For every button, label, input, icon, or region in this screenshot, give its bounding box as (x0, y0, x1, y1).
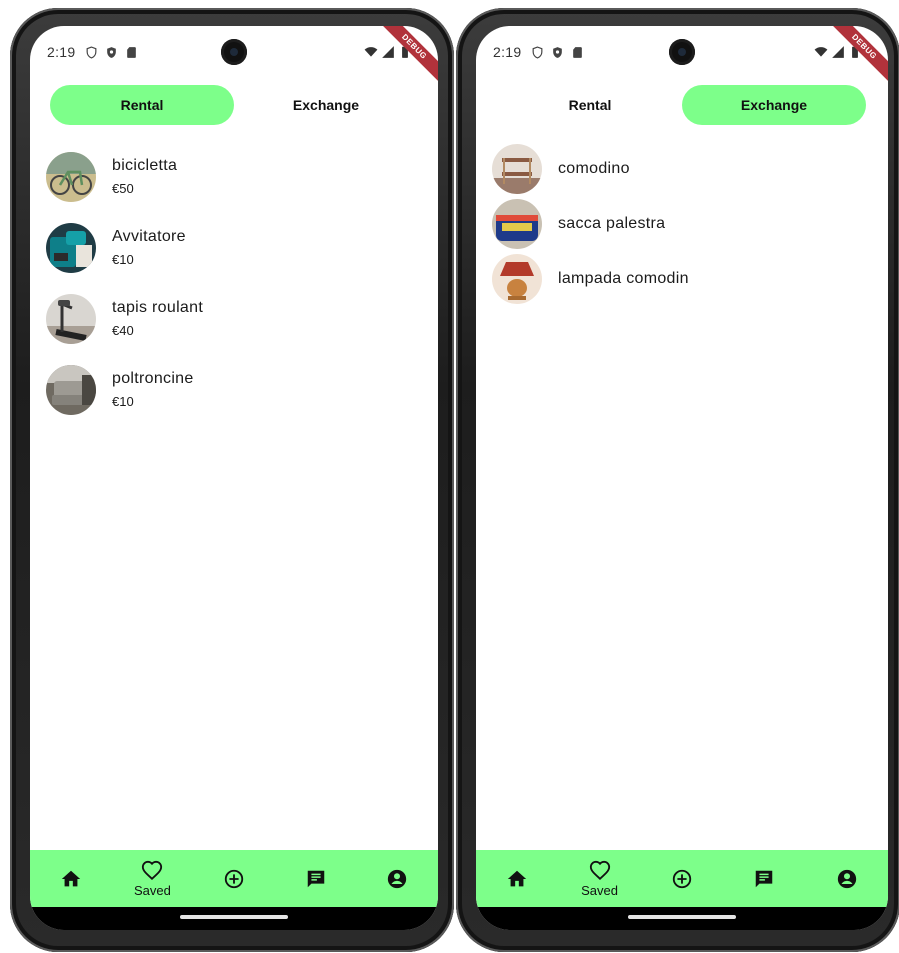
nav-chat-button[interactable] (734, 868, 794, 890)
front-camera (221, 39, 247, 65)
home-icon (61, 870, 80, 886)
nav-saved-button[interactable]: Saved (570, 860, 630, 898)
account-circle-icon (388, 869, 407, 888)
list-item[interactable]: poltroncine €10 (46, 354, 426, 425)
tab-exchange[interactable]: Exchange (682, 85, 866, 125)
shield-icon (107, 46, 117, 58)
tab-rental[interactable]: Rental (498, 85, 682, 125)
list-item[interactable]: sacca palestra (492, 196, 872, 251)
system-navigation-bar (30, 907, 438, 930)
nav-add-button[interactable] (204, 868, 264, 890)
rental-list: bicicletta €50 Avvitatore €10 tapis roul… (46, 141, 426, 425)
nav-saved-label: Saved (133, 882, 171, 898)
item-price: €40 (112, 323, 134, 338)
home-indicator[interactable] (628, 915, 736, 919)
item-price: €10 (112, 252, 134, 267)
signal-icon (832, 46, 844, 58)
account-circle-icon (837, 869, 856, 888)
list-item[interactable]: comodino (492, 141, 872, 196)
item-title: Avvitatore (112, 228, 186, 245)
home-indicator[interactable] (180, 915, 288, 919)
item-title: bicicletta (112, 157, 178, 174)
nav-saved-label: Saved (581, 882, 619, 898)
treadmill-photo (46, 293, 96, 344)
item-title: comodino (558, 159, 630, 177)
shield-outline-icon (87, 45, 97, 59)
status-time: 2:19 (493, 44, 522, 60)
mode-tabs: Rental Exchange (498, 85, 866, 125)
shield-icon (553, 46, 563, 58)
list-item[interactable]: Avvitatore €10 (46, 212, 426, 283)
signal-icon (382, 46, 394, 58)
armchair-photo (46, 364, 96, 415)
item-title: tapis roulant (112, 299, 204, 316)
list-item[interactable]: lampada comodin (492, 251, 872, 306)
app-screen-rental: 2:19 DEBUG Rental Exchange bicicletta €5… (30, 26, 438, 930)
app-screen-exchange: 2:19 DEBUG Rental Exchange comodino sacc… (476, 26, 888, 930)
sd-card-icon (127, 46, 137, 58)
nav-saved-button[interactable]: Saved (122, 860, 182, 898)
nav-add-button[interactable] (652, 868, 712, 890)
add-circle-icon (672, 869, 692, 888)
chat-icon (307, 870, 324, 887)
item-title: lampada comodin (558, 269, 689, 287)
exchange-list: comodino sacca palestra lampada comodin (492, 141, 872, 306)
sd-card-icon (573, 46, 583, 58)
phone-frame-rental: 2:19 DEBUG Rental Exchange bicicletta €5… (10, 8, 454, 952)
shield-outline-icon (533, 45, 543, 59)
item-price: €50 (112, 181, 134, 196)
nav-profile-button[interactable] (367, 868, 427, 890)
gym-bag-photo (492, 198, 542, 249)
add-circle-icon (224, 869, 244, 888)
bottom-navigation: Saved (476, 850, 888, 907)
item-price: €10 (112, 394, 134, 409)
screwdriver-photo (46, 222, 96, 273)
wifi-icon (364, 47, 378, 57)
item-title: sacca palestra (558, 214, 666, 232)
bicycle-photo (46, 151, 96, 202)
chat-icon (756, 870, 773, 887)
item-title: poltroncine (112, 370, 194, 387)
tab-rental[interactable]: Rental (50, 85, 234, 125)
list-item[interactable]: tapis roulant €40 (46, 283, 426, 354)
bottom-navigation: Saved (30, 850, 438, 907)
heart-outline-icon (142, 860, 163, 880)
nav-profile-button[interactable] (817, 868, 877, 890)
heart-outline-icon (589, 860, 610, 880)
status-time: 2:19 (47, 44, 76, 60)
lamp-photo (492, 253, 542, 304)
mode-tabs: Rental Exchange (50, 85, 418, 125)
phone-frame-exchange: 2:19 DEBUG Rental Exchange comodino sacc… (456, 8, 899, 952)
nightstand-photo (492, 143, 542, 194)
nav-chat-button[interactable] (286, 868, 346, 890)
wifi-icon (814, 47, 828, 57)
nav-home-button[interactable] (487, 868, 547, 890)
home-icon (508, 870, 527, 886)
front-camera (669, 39, 695, 65)
nav-home-button[interactable] (41, 868, 101, 890)
tab-exchange[interactable]: Exchange (234, 85, 418, 125)
system-navigation-bar (476, 907, 888, 930)
list-item[interactable]: bicicletta €50 (46, 141, 426, 212)
